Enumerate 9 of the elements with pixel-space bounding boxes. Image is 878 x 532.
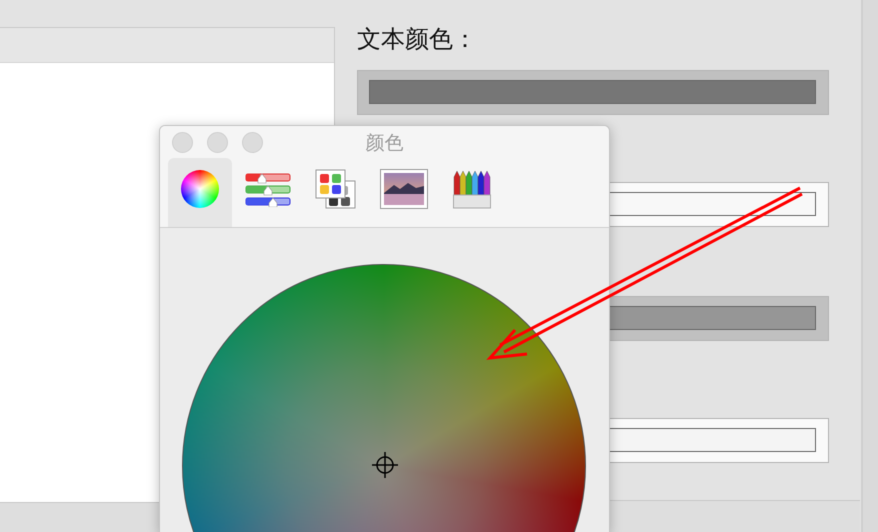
palette-icon	[315, 168, 357, 208]
crosshair-icon[interactable]	[372, 452, 398, 478]
color-wheel-icon	[181, 170, 219, 208]
colored-pencils-icon	[453, 168, 491, 208]
color-well[interactable]	[357, 70, 829, 115]
panel-title: 颜色	[366, 131, 404, 156]
sliders-icon	[245, 170, 291, 206]
text-color-label: 文本颜色：	[357, 24, 478, 55]
landscape-image-icon	[380, 168, 428, 208]
